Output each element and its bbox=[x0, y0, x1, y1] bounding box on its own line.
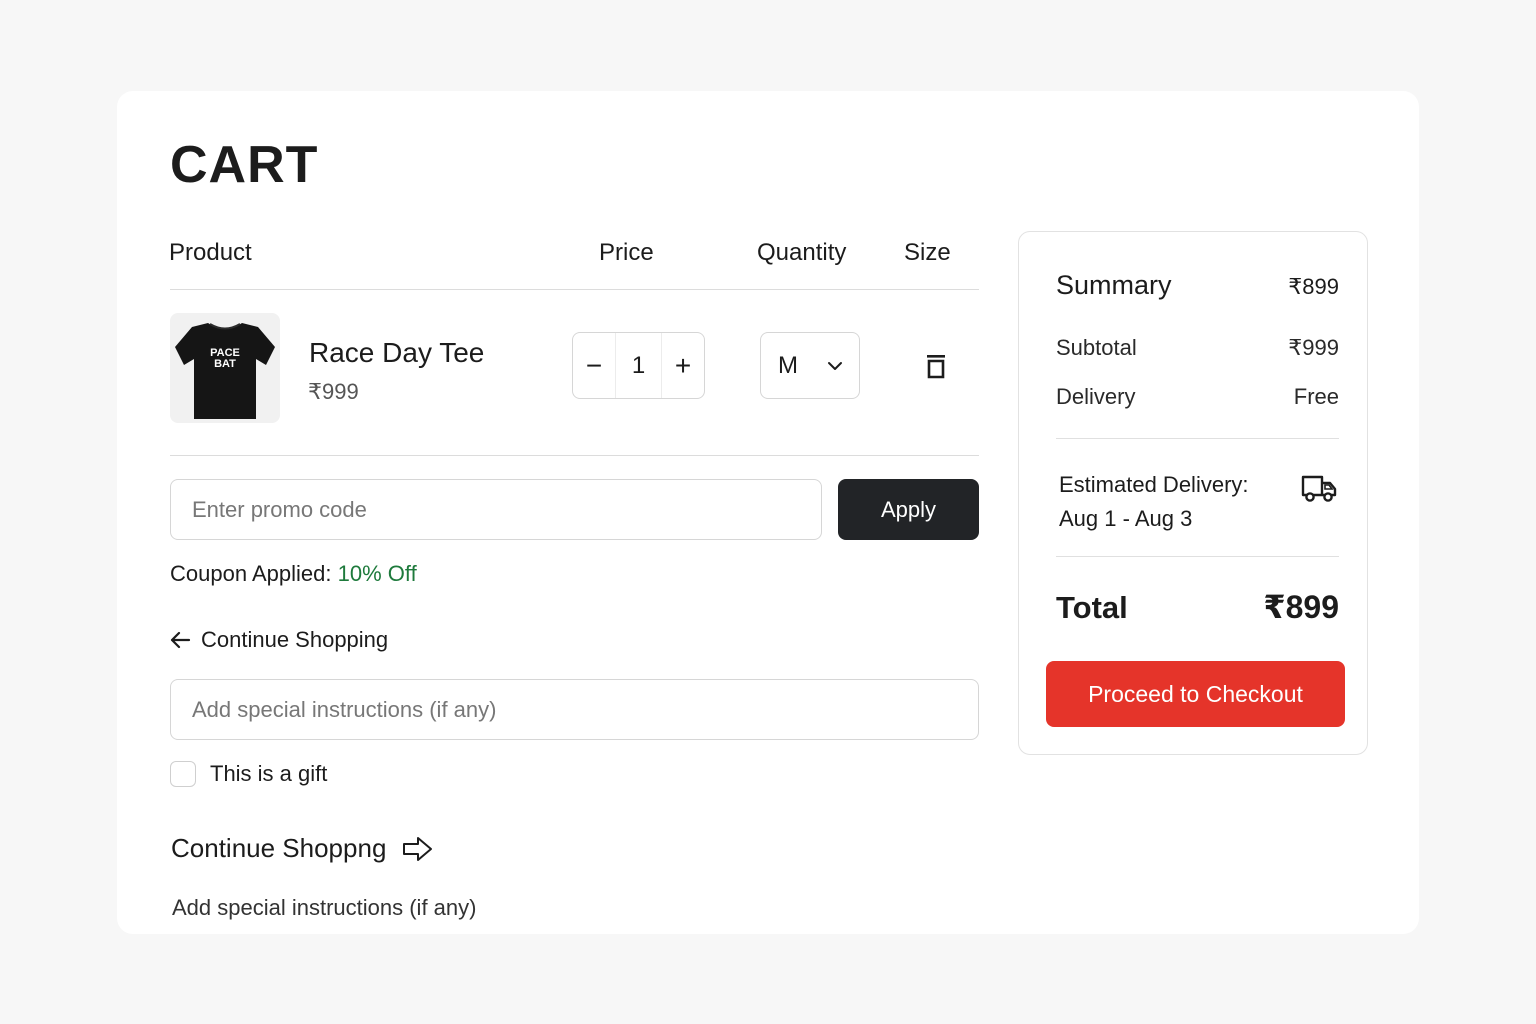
trash-icon[interactable] bbox=[924, 353, 948, 379]
column-header-quantity: Quantity bbox=[757, 239, 847, 266]
delivery-row: Delivery Free bbox=[1056, 384, 1339, 410]
chevron-down-icon bbox=[828, 362, 842, 370]
summary-amount: ₹899 bbox=[1288, 274, 1339, 299]
truck-icon bbox=[1301, 475, 1337, 502]
estimated-delivery-range: Aug 1 - Aug 3 bbox=[1059, 506, 1193, 531]
size-select[interactable]: M bbox=[760, 332, 860, 399]
coupon-status: Coupon Applied: 10% Off bbox=[170, 561, 417, 587]
summary-title: Summary bbox=[1056, 270, 1172, 300]
product-image[interactable]: PACE BAT bbox=[170, 313, 280, 423]
estimated-delivery: Estimated Delivery: Aug 1 - Aug 3 bbox=[1059, 468, 1249, 536]
product-price: ₹999 bbox=[308, 379, 359, 404]
apply-button[interactable]: Apply bbox=[838, 479, 979, 540]
quantity-stepper: − 1 + bbox=[572, 332, 705, 399]
gift-checkbox[interactable] bbox=[170, 761, 196, 787]
page-title: CART bbox=[170, 136, 319, 194]
subtotal-value: ₹999 bbox=[1288, 335, 1339, 360]
size-value: M bbox=[778, 351, 798, 379]
column-header-product: Product bbox=[169, 239, 252, 266]
continue-shopping-link[interactable]: Continue Shopping bbox=[169, 627, 388, 653]
column-header-price: Price bbox=[599, 239, 654, 266]
column-header-size: Size bbox=[904, 239, 951, 266]
header-divider bbox=[170, 289, 979, 290]
quantity-value[interactable]: 1 bbox=[615, 333, 662, 398]
summary-divider-2 bbox=[1056, 556, 1339, 557]
decrement-button[interactable]: − bbox=[573, 333, 615, 398]
total-label: Total bbox=[1056, 590, 1128, 625]
cart-card: CART Product Price Quantity Size PACE BA… bbox=[117, 91, 1419, 934]
coupon-label: Coupon Applied: bbox=[170, 561, 332, 586]
summary-header: Summary ₹899 bbox=[1056, 270, 1339, 301]
promo-code-input[interactable] bbox=[170, 479, 822, 540]
subtotal-label: Subtotal bbox=[1056, 335, 1137, 360]
gift-label: This is a gift bbox=[210, 761, 328, 786]
continue-shopping-alt-label: Continue Shoppng bbox=[171, 833, 387, 863]
tee-print-line2: BAT bbox=[214, 358, 236, 370]
summary-divider bbox=[1056, 438, 1339, 439]
arrow-left-icon bbox=[170, 631, 191, 649]
increment-button[interactable]: + bbox=[662, 333, 704, 398]
delivery-value: Free bbox=[1293, 384, 1339, 409]
continue-shopping-label: Continue Shopping bbox=[201, 627, 389, 652]
estimated-delivery-label: Estimated Delivery: bbox=[1059, 472, 1249, 497]
special-instructions-input[interactable] bbox=[170, 679, 979, 740]
order-summary: Summary ₹899 Subtotal ₹999 Delivery Free… bbox=[1018, 231, 1368, 755]
special-instructions-text: Add special instructions (if any) bbox=[172, 895, 477, 920]
total-row: Total ₹899 bbox=[1056, 588, 1339, 626]
total-value: ₹899 bbox=[1263, 589, 1339, 625]
continue-shopping-link-secondary[interactable]: Continue Shoppng bbox=[171, 833, 434, 864]
product-name[interactable]: Race Day Tee bbox=[309, 337, 484, 369]
arrow-right-outline-icon bbox=[403, 836, 433, 861]
subtotal-row: Subtotal ₹999 bbox=[1056, 335, 1339, 361]
item-divider bbox=[170, 455, 979, 456]
checkout-button[interactable]: Proceed to Checkout bbox=[1046, 661, 1345, 727]
delivery-label: Delivery bbox=[1056, 384, 1136, 409]
coupon-value: 10% Off bbox=[337, 561, 417, 586]
gift-checkbox-row[interactable]: This is a gift bbox=[170, 761, 327, 787]
